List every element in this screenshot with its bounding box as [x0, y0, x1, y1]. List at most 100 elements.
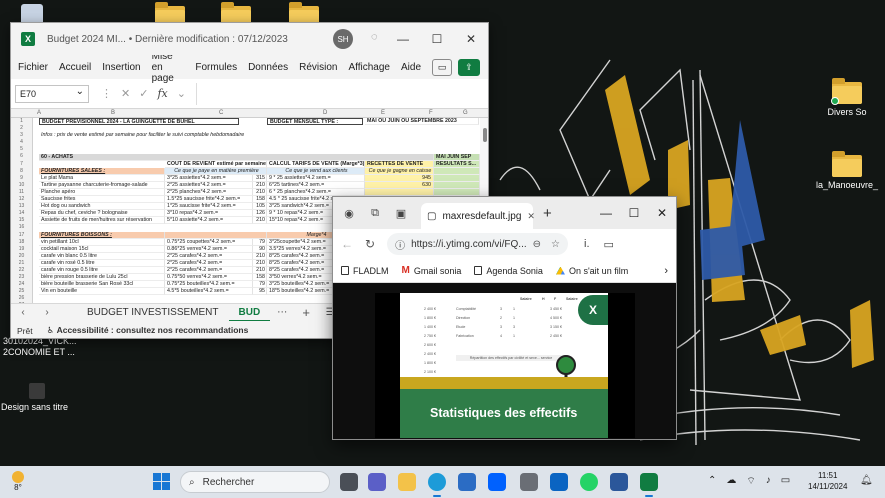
cell-cost-formula[interactable]: 0.86*25 verres*4.2 sem.= [165, 245, 253, 253]
close-icon[interactable]: ✕ [454, 23, 488, 55]
cancel-icon[interactable]: ✕ [121, 87, 130, 100]
new-tab-icon[interactable]: + [543, 205, 552, 222]
zoom-icon[interactable]: ⊖ [533, 239, 541, 250]
close-icon[interactable]: ✕ [648, 206, 676, 220]
taskbar-search[interactable]: ⌕ Rechercher [180, 471, 330, 493]
whatsapp-icon[interactable] [580, 473, 598, 491]
cell-cost-formula[interactable]: 2*25 carafes*4.2 sem.= [165, 260, 253, 268]
cell-cost-value[interactable]: 210 [253, 181, 267, 189]
row-header[interactable]: 3 [11, 132, 32, 139]
col-header-e[interactable]: E [381, 110, 385, 116]
tab-bud[interactable]: BUD [228, 304, 271, 322]
chevron-right-icon[interactable]: › [35, 307, 59, 318]
cell-item-name[interactable]: carafe vin rosé 0.5 litre [39, 260, 165, 268]
row-header[interactable]: 14 [11, 210, 32, 217]
profile-icon[interactable]: ◉ [339, 207, 359, 220]
cell-cost-value[interactable]: 210 [253, 267, 267, 275]
desktop-folder-manoeuvre[interactable]: la_Manoeuvre_ [815, 151, 879, 190]
cell-cost-formula[interactable]: 2*25 planches*4.2 sem.= [165, 189, 253, 197]
cloud-icon[interactable]: ☁ [726, 475, 736, 488]
cell-col-recettes[interactable]: RECETTES DE VENTE [365, 160, 434, 168]
cell-sale-formula[interactable]: 6*25 tartines*4.2 sem.= [267, 181, 365, 189]
col-header-d[interactable]: D [323, 110, 327, 116]
chevron-down-icon[interactable]: ⌄ [177, 87, 186, 100]
row-header[interactable]: 13 [11, 203, 32, 210]
edge-active-tab[interactable]: ▢ maxresdefault.jpg ✕ [421, 203, 535, 229]
row-header[interactable]: 12 [11, 196, 32, 203]
tab-actions-icon[interactable]: ▣ [391, 207, 411, 220]
cell-info[interactable]: Infos : prix de vente estimé par semaine… [39, 132, 299, 139]
cell-item-name[interactable]: Hot dog ou sandwich [39, 203, 165, 211]
share-icon[interactable]: ⇪ [458, 58, 480, 76]
col-header-f[interactable]: F [429, 110, 433, 116]
cell-item-name[interactable]: Vin en bouteille [39, 288, 165, 296]
cell-recette-value[interactable]: 945 [365, 174, 434, 182]
col-header-c[interactable]: C [219, 110, 223, 116]
col-header-a[interactable]: A [37, 110, 41, 116]
row-header[interactable]: 18 [11, 239, 32, 246]
battery-icon[interactable]: ▭ [781, 475, 790, 488]
cell-cost-value[interactable]: 79 [253, 281, 267, 289]
cell-item-name[interactable]: Planche apéro [39, 189, 165, 197]
row-header[interactable]: 17 [11, 232, 32, 239]
confirm-icon[interactable]: ✓ [139, 87, 148, 100]
split-screen-icon[interactable]: ▭ [604, 238, 614, 251]
cell-item-name[interactable]: carafe vin rouge 0.5 litre [39, 267, 165, 275]
accessibility-status[interactable]: ♿ Accessibilité : consultez nos recomman… [47, 325, 249, 336]
cell-cost-formula[interactable]: 3*10 repas*4.2 sem.= [165, 210, 253, 218]
cell-item-name[interactable]: bière pression brasserie de Lulu 25cl [39, 274, 165, 282]
menu-affichage[interactable]: Affichage [348, 62, 390, 73]
word-icon[interactable] [610, 473, 628, 491]
menu-accueil[interactable]: Accueil [59, 62, 91, 73]
row-header[interactable]: 9 [11, 175, 32, 182]
cell-budget-prev[interactable]: BUDGET PREVISIONNEL 2024 - LA GUINGUETTE… [39, 118, 239, 126]
cell-cost-value[interactable]: 210 [253, 189, 267, 197]
cell-sub-cout[interactable]: Ce que je paye en matière première [165, 167, 267, 175]
edge-window[interactable]: ◉ ⧉ ▣ ▢ maxresdefault.jpg ✕ + — ☐ ✕ ← ↻ … [332, 196, 677, 440]
reading-icon[interactable]: i. [584, 238, 590, 251]
menu-insertion[interactable]: Insertion [102, 62, 140, 73]
cell-item-name[interactable]: Le plat Mama [39, 174, 165, 182]
row-header[interactable]: 22 [11, 267, 32, 274]
cell-cost-formula[interactable]: 2*25 carafes*4.2 sem.= [165, 267, 253, 275]
cell-cost-formula[interactable]: 1*25 saucisse frite*4.2 sem.= [165, 203, 253, 211]
notification-bell-icon[interactable]: 🔔︎ [860, 475, 873, 486]
cell-cost-value[interactable]: 90 [253, 245, 267, 253]
menu-fichier[interactable]: Fichier [18, 62, 48, 73]
row-header[interactable]: 19 [11, 246, 32, 253]
cell-budget-mens[interactable]: BUDGET MENSUEL TYPE : [267, 118, 363, 126]
row-header[interactable]: 23 [11, 274, 32, 281]
favorite-star-icon[interactable]: ☆ [551, 239, 560, 250]
volume-icon[interactable]: ♪ [766, 475, 771, 488]
cell-cost-value[interactable]: 105 [253, 203, 267, 211]
menu-revision[interactable]: Révision [299, 62, 337, 73]
cell-orange-fill[interactable] [165, 231, 267, 239]
cell-fournitures-salees[interactable]: FOURNITURES SALEES : [39, 167, 165, 175]
cell-cost-value[interactable]: 126 [253, 210, 267, 218]
info-icon[interactable]: ⓘ [395, 237, 405, 252]
cell-col-resultats[interactable]: RESULTATS S... [434, 160, 480, 168]
cell-cost-formula[interactable]: 5*10 assiette*4.2 sem.= [165, 217, 253, 225]
lightbulb-icon[interactable]: ◌ [371, 31, 378, 43]
row-header[interactable]: 11 [11, 189, 32, 196]
chevron-right-icon[interactable]: › [664, 265, 668, 277]
cell-cost-value[interactable]: 158 [253, 274, 267, 282]
menu-mise-en-page[interactable]: Mise en page [152, 51, 185, 84]
maximize-icon[interactable]: ☐ [620, 206, 648, 220]
cell-fournitures-boissons[interactable]: FOURNITURES BOISSONS : [39, 231, 165, 239]
cell-item-name[interactable]: Repas du chef, ceviche ? bolognaise [39, 210, 165, 218]
row-header[interactable]: 2 [11, 125, 32, 132]
cell-cost-formula[interactable]: 2*25 assiettes*4.2 sem.= [165, 181, 253, 189]
row-header[interactable]: 16 [11, 224, 32, 231]
cell-mai-juin[interactable]: MAI JUIN SEP [434, 153, 480, 161]
cell-cost-formula[interactable]: 2*25 carafes*4.2 sem.= [165, 252, 253, 260]
user-avatar[interactable]: SH [333, 29, 353, 49]
comments-icon[interactable]: ▭ [432, 58, 452, 76]
cell-item-name[interactable]: Tartine paysanne charcuterie-fromage-sal… [39, 181, 165, 189]
desktop-file-label-2[interactable]: 2CONOMIE ET ... [3, 347, 75, 358]
row-header[interactable]: 1 [11, 118, 32, 125]
cell-item-name[interactable]: bière bouteille brasserie San Rosé 33cl [39, 281, 165, 289]
back-icon[interactable]: ← [341, 237, 353, 251]
cell-result-value[interactable] [434, 181, 480, 189]
row-header[interactable]: 24 [11, 281, 32, 288]
